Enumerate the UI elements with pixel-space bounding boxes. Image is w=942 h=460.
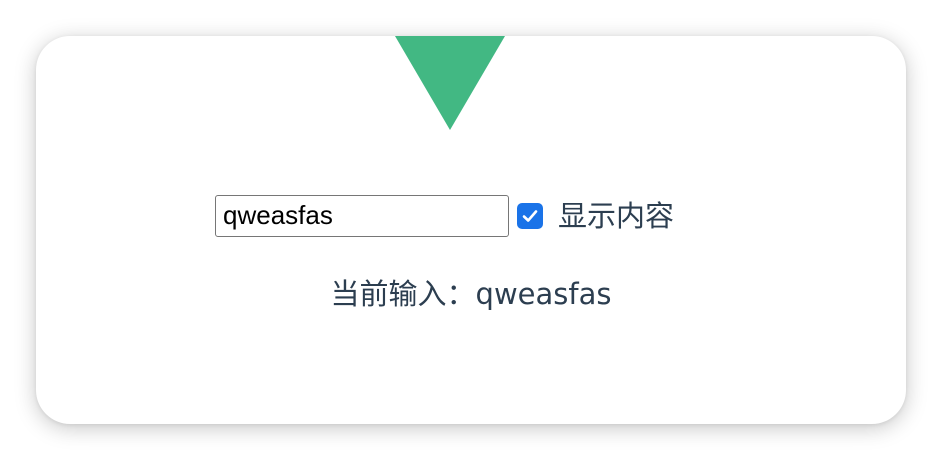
checkbox-label: 显示内容	[558, 199, 675, 233]
vue-logo-icon	[395, 36, 505, 130]
input-row: 显示内容	[215, 194, 674, 238]
current-input-prefix: 当前输入：	[330, 277, 476, 311]
checkmark-icon	[522, 210, 538, 222]
current-input-display: 当前输入：qweasfas	[36, 272, 906, 316]
app-card: 显示内容 当前输入：qweasfas	[36, 36, 906, 424]
show-content-checkbox[interactable]	[517, 203, 543, 229]
text-input[interactable]	[215, 195, 509, 237]
current-input-value: qweasfas	[475, 277, 612, 311]
